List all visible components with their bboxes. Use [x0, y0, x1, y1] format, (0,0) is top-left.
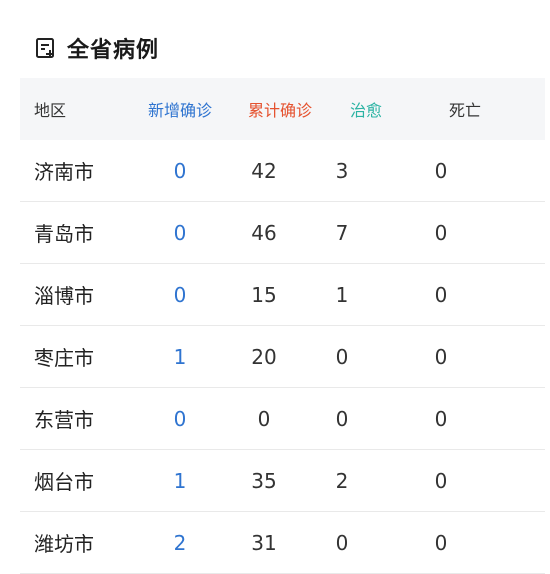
table-header: 地区 新增确诊 累计确诊 治愈 死亡: [20, 78, 545, 140]
cured-cell: 1: [335, 282, 349, 307]
cured-cell: 0: [335, 344, 349, 369]
deaths-cell: 0: [434, 282, 448, 307]
cured-cell: 7: [335, 220, 349, 245]
new-cases-cell: 2: [173, 530, 187, 555]
page-title: 全省病例: [67, 38, 160, 63]
deaths-cell: 0: [434, 530, 448, 555]
total-cases-cell: 35: [251, 468, 277, 493]
cured-cell: 3: [335, 158, 349, 183]
deaths-cell: 0: [434, 220, 448, 245]
table-row: 潍坊市 2 31 0 0: [20, 512, 545, 574]
deaths-cell: 0: [434, 406, 448, 431]
deaths-cell: 0: [434, 468, 448, 493]
table-body: 济南市 0 42 3 0 青岛市 0 46 7 0 淄博市 0 15 1 0 枣庄市 1 20 0 0 东营市 0 0 0 0 烟…: [20, 140, 545, 574]
region-cell: 潍坊市: [34, 532, 94, 556]
deaths-cell: 0: [434, 158, 448, 183]
column-header-cured: 治愈: [349, 101, 382, 120]
region-cell: 淄博市: [34, 284, 94, 308]
table-row: 济南市 0 42 3 0: [20, 140, 545, 202]
total-cases-cell: 0: [257, 406, 271, 431]
total-cases-cell: 46: [251, 220, 277, 245]
new-cases-cell: 1: [173, 468, 187, 493]
new-cases-cell: 0: [173, 220, 187, 245]
section-header: 全省病例: [34, 30, 159, 66]
total-cases-cell: 31: [251, 530, 277, 555]
table-row: 枣庄市 1 20 0 0: [20, 326, 545, 388]
report-icon: [36, 38, 54, 58]
table-row: 烟台市 1 35 2 0: [20, 450, 545, 512]
region-cell: 烟台市: [34, 470, 94, 494]
region-cell: 东营市: [34, 408, 94, 432]
cured-cell: 2: [335, 468, 349, 493]
new-cases-cell: 1: [173, 344, 187, 369]
region-cell: 济南市: [34, 160, 94, 184]
cured-cell: 0: [335, 530, 349, 555]
new-cases-cell: 0: [173, 158, 187, 183]
total-cases-cell: 42: [251, 158, 277, 183]
new-cases-cell: 0: [173, 282, 187, 307]
region-cell: 枣庄市: [34, 346, 94, 370]
deaths-cell: 0: [434, 344, 448, 369]
column-header-new: 新增确诊: [147, 101, 212, 120]
cases-table: 地区 新增确诊 累计确诊 治愈 死亡 济南市 0 42 3 0 青岛市 0 46 7 0 淄博市 0 1…: [20, 78, 545, 574]
column-header-total: 累计确诊: [247, 101, 312, 120]
total-cases-cell: 15: [251, 282, 277, 307]
table-row: 青岛市 0 46 7 0: [20, 202, 545, 264]
total-cases-cell: 20: [251, 344, 277, 369]
table-row: 淄博市 0 15 1 0: [20, 264, 545, 326]
column-header-region: 地区: [34, 101, 67, 120]
column-header-dead: 死亡: [448, 101, 481, 120]
cured-cell: 0: [335, 406, 349, 431]
new-cases-cell: 0: [173, 406, 187, 431]
region-cell: 青岛市: [34, 222, 94, 246]
table-row: 东营市 0 0 0 0: [20, 388, 545, 450]
